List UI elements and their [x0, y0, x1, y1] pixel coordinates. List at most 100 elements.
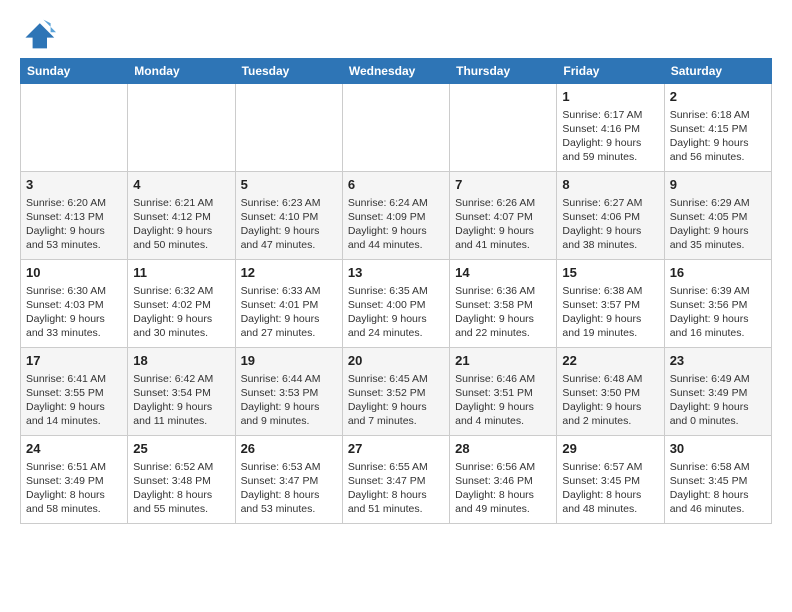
calendar-cell: 4 Sunrise: 6:21 AM Sunset: 4:12 PM Daylig… [128, 172, 235, 260]
day-info: Sunrise: 6:21 AM Sunset: 4:12 PM Dayligh… [133, 196, 229, 253]
calendar-cell: 28 Sunrise: 6:56 AM Sunset: 3:46 PM Dayli… [450, 436, 557, 524]
day-info: Sunrise: 6:45 AM Sunset: 3:52 PM Dayligh… [348, 372, 444, 429]
day-number: 26 [241, 440, 337, 458]
calendar-cell [450, 84, 557, 172]
calendar-cell [21, 84, 128, 172]
day-info: Sunrise: 6:57 AM Sunset: 3:45 PM Dayligh… [562, 460, 658, 517]
day-number: 9 [670, 176, 766, 194]
calendar-cell: 5 Sunrise: 6:23 AM Sunset: 4:10 PM Daylig… [235, 172, 342, 260]
day-number: 7 [455, 176, 551, 194]
day-number: 12 [241, 264, 337, 282]
calendar-cell: 26 Sunrise: 6:53 AM Sunset: 3:47 PM Dayli… [235, 436, 342, 524]
calendar-header-row: SundayMondayTuesdayWednesdayThursdayFrid… [21, 59, 772, 84]
day-info: Sunrise: 6:58 AM Sunset: 3:45 PM Dayligh… [670, 460, 766, 517]
day-number: 6 [348, 176, 444, 194]
calendar-week-row: 1 Sunrise: 6:17 AM Sunset: 4:16 PM Daylig… [21, 84, 772, 172]
calendar-cell: 3Sunrise: 6:20 AM Sunset: 4:13 PM Daylig… [21, 172, 128, 260]
calendar-day-header: Saturday [664, 59, 771, 84]
day-info: Sunrise: 6:56 AM Sunset: 3:46 PM Dayligh… [455, 460, 551, 517]
calendar-cell: 18 Sunrise: 6:42 AM Sunset: 3:54 PM Dayli… [128, 348, 235, 436]
logo-icon [20, 16, 56, 52]
day-info: Sunrise: 6:55 AM Sunset: 3:47 PM Dayligh… [348, 460, 444, 517]
calendar-week-row: 17 Sunrise: 6:41 AM Sunset: 3:55 PM Dayli… [21, 348, 772, 436]
day-number: 19 [241, 352, 337, 370]
day-info: Sunrise: 6:49 AM Sunset: 3:49 PM Dayligh… [670, 372, 766, 429]
day-number: 16 [670, 264, 766, 282]
calendar-day-header: Friday [557, 59, 664, 84]
day-info: Sunrise: 6:36 AM Sunset: 3:58 PM Dayligh… [455, 284, 551, 341]
day-info: Sunrise: 6:42 AM Sunset: 3:54 PM Dayligh… [133, 372, 229, 429]
day-info: Sunrise: 6:53 AM Sunset: 3:47 PM Dayligh… [241, 460, 337, 517]
calendar-cell: 29 Sunrise: 6:57 AM Sunset: 3:45 PM Dayli… [557, 436, 664, 524]
day-info: Sunrise: 6:51 AM Sunset: 3:49 PM Dayligh… [26, 460, 122, 517]
day-number: 28 [455, 440, 551, 458]
logo [20, 16, 60, 52]
calendar-cell: 9 Sunrise: 6:29 AM Sunset: 4:05 PM Daylig… [664, 172, 771, 260]
calendar-cell: 21Sunrise: 6:46 AM Sunset: 3:51 PM Dayli… [450, 348, 557, 436]
calendar-cell: 15Sunrise: 6:38 AM Sunset: 3:57 PM Dayli… [557, 260, 664, 348]
day-info: Sunrise: 6:23 AM Sunset: 4:10 PM Dayligh… [241, 196, 337, 253]
day-info: Sunrise: 6:32 AM Sunset: 4:02 PM Dayligh… [133, 284, 229, 341]
day-number: 10 [26, 264, 122, 282]
day-info: Sunrise: 6:48 AM Sunset: 3:50 PM Dayligh… [562, 372, 658, 429]
day-number: 30 [670, 440, 766, 458]
day-info: Sunrise: 6:17 AM Sunset: 4:16 PM Dayligh… [562, 108, 658, 165]
day-number: 1 [562, 88, 658, 106]
calendar-cell: 6 Sunrise: 6:24 AM Sunset: 4:09 PM Daylig… [342, 172, 449, 260]
calendar-week-row: 10 Sunrise: 6:30 AM Sunset: 4:03 PM Dayli… [21, 260, 772, 348]
calendar-cell: 27 Sunrise: 6:55 AM Sunset: 3:47 PM Dayli… [342, 436, 449, 524]
calendar-cell: 11Sunrise: 6:32 AM Sunset: 4:02 PM Dayli… [128, 260, 235, 348]
day-info: Sunrise: 6:41 AM Sunset: 3:55 PM Dayligh… [26, 372, 122, 429]
day-number: 13 [348, 264, 444, 282]
day-info: Sunrise: 6:33 AM Sunset: 4:01 PM Dayligh… [241, 284, 337, 341]
day-info: Sunrise: 6:44 AM Sunset: 3:53 PM Dayligh… [241, 372, 337, 429]
day-number: 3 [26, 176, 122, 194]
day-number: 17 [26, 352, 122, 370]
calendar-day-header: Thursday [450, 59, 557, 84]
header [20, 16, 772, 52]
calendar-cell: 1 Sunrise: 6:17 AM Sunset: 4:16 PM Daylig… [557, 84, 664, 172]
calendar-cell [235, 84, 342, 172]
calendar-cell: 12 Sunrise: 6:33 AM Sunset: 4:01 PM Dayli… [235, 260, 342, 348]
calendar-cell: 25 Sunrise: 6:52 AM Sunset: 3:48 PM Dayli… [128, 436, 235, 524]
day-info: Sunrise: 6:29 AM Sunset: 4:05 PM Dayligh… [670, 196, 766, 253]
calendar-table: SundayMondayTuesdayWednesdayThursdayFrid… [20, 58, 772, 524]
day-number: 29 [562, 440, 658, 458]
day-info: Sunrise: 6:39 AM Sunset: 3:56 PM Dayligh… [670, 284, 766, 341]
calendar-day-header: Sunday [21, 59, 128, 84]
day-number: 25 [133, 440, 229, 458]
day-info: Sunrise: 6:52 AM Sunset: 3:48 PM Dayligh… [133, 460, 229, 517]
day-info: Sunrise: 6:46 AM Sunset: 3:51 PM Dayligh… [455, 372, 551, 429]
day-info: Sunrise: 6:24 AM Sunset: 4:09 PM Dayligh… [348, 196, 444, 253]
calendar-cell: 30 Sunrise: 6:58 AM Sunset: 3:45 PM Dayli… [664, 436, 771, 524]
calendar-day-header: Wednesday [342, 59, 449, 84]
day-number: 22 [562, 352, 658, 370]
calendar-cell: 22 Sunrise: 6:48 AM Sunset: 3:50 PM Dayli… [557, 348, 664, 436]
day-info: Sunrise: 6:26 AM Sunset: 4:07 PM Dayligh… [455, 196, 551, 253]
day-number: 5 [241, 176, 337, 194]
day-number: 2 [670, 88, 766, 106]
calendar-cell [342, 84, 449, 172]
calendar-cell: 7 Sunrise: 6:26 AM Sunset: 4:07 PM Daylig… [450, 172, 557, 260]
calendar-cell: 19 Sunrise: 6:44 AM Sunset: 3:53 PM Dayli… [235, 348, 342, 436]
calendar-cell: 2 Sunrise: 6:18 AM Sunset: 4:15 PM Daylig… [664, 84, 771, 172]
calendar-day-header: Tuesday [235, 59, 342, 84]
calendar-cell: 10 Sunrise: 6:30 AM Sunset: 4:03 PM Dayli… [21, 260, 128, 348]
day-info: Sunrise: 6:30 AM Sunset: 4:03 PM Dayligh… [26, 284, 122, 341]
calendar-cell: 17 Sunrise: 6:41 AM Sunset: 3:55 PM Dayli… [21, 348, 128, 436]
calendar-cell: 8Sunrise: 6:27 AM Sunset: 4:06 PM Daylig… [557, 172, 664, 260]
calendar-week-row: 3Sunrise: 6:20 AM Sunset: 4:13 PM Daylig… [21, 172, 772, 260]
calendar-day-header: Monday [128, 59, 235, 84]
day-number: 18 [133, 352, 229, 370]
day-number: 15 [562, 264, 658, 282]
calendar-cell: 20 Sunrise: 6:45 AM Sunset: 3:52 PM Dayli… [342, 348, 449, 436]
day-number: 24 [26, 440, 122, 458]
day-number: 4 [133, 176, 229, 194]
day-number: 23 [670, 352, 766, 370]
calendar-cell: 24 Sunrise: 6:51 AM Sunset: 3:49 PM Dayli… [21, 436, 128, 524]
day-info: Sunrise: 6:18 AM Sunset: 4:15 PM Dayligh… [670, 108, 766, 165]
calendar-cell: 16 Sunrise: 6:39 AM Sunset: 3:56 PM Dayli… [664, 260, 771, 348]
day-number: 27 [348, 440, 444, 458]
day-number: 8 [562, 176, 658, 194]
day-number: 20 [348, 352, 444, 370]
